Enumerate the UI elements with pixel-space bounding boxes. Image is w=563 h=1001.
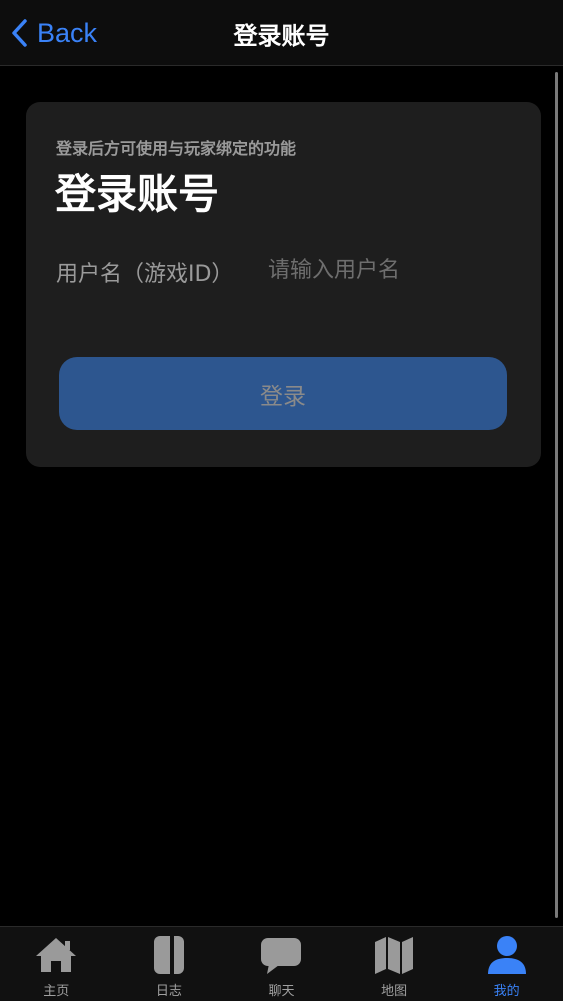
tab-chat-label: 聊天: [268, 984, 295, 999]
username-label: 用户名（游戏ID）: [56, 262, 234, 287]
navigation-bar: Back 登录账号: [0, 0, 563, 66]
username-input[interactable]: [268, 250, 518, 290]
screen: Back 登录账号 登录后方可使用与玩家绑定的功能 登录账号 用户名（游戏ID）…: [0, 0, 563, 1001]
scrollbar[interactable]: [555, 72, 558, 918]
login-button[interactable]: 登录: [59, 357, 507, 430]
chat-icon: [259, 933, 303, 977]
person-icon: [485, 933, 529, 977]
tab-journal-label: 日志: [155, 984, 182, 999]
card-subtitle: 登录后方可使用与玩家绑定的功能: [56, 139, 297, 158]
tab-map[interactable]: 地图: [338, 927, 451, 1001]
tab-home-label: 主页: [43, 984, 70, 999]
tab-journal[interactable]: 日志: [113, 927, 226, 1001]
tab-home[interactable]: 主页: [0, 927, 113, 1001]
tab-chat[interactable]: 聊天: [225, 927, 338, 1001]
login-card: 登录后方可使用与玩家绑定的功能 登录账号 用户名（游戏ID） 登录: [26, 102, 541, 467]
journal-icon: [147, 933, 191, 977]
tab-profile[interactable]: 我的: [450, 927, 563, 1001]
tab-profile-label: 我的: [493, 984, 520, 999]
map-icon: [372, 933, 416, 977]
tab-map-label: 地图: [381, 984, 408, 999]
home-icon: [34, 933, 78, 977]
card-title: 登录账号: [55, 170, 219, 218]
page-title: 登录账号: [233, 22, 330, 50]
tab-bar: 主页 日志 聊天 地图 我的: [0, 926, 563, 1001]
